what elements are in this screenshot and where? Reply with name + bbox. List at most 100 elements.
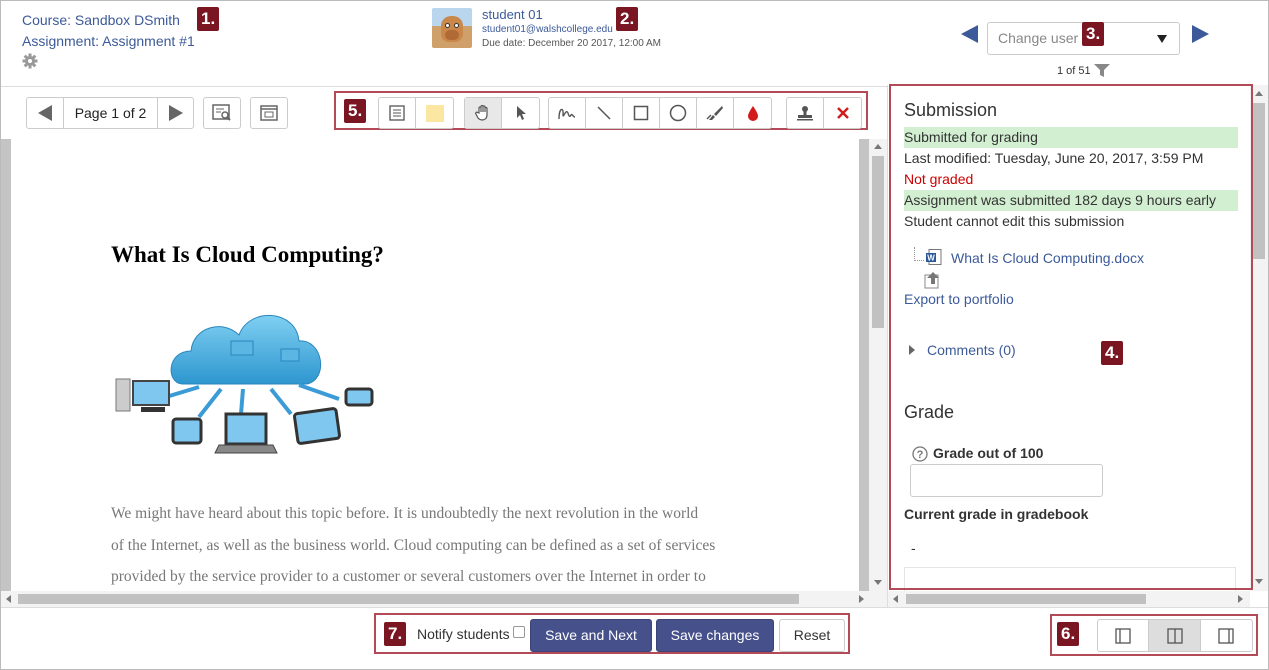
document-body: We might have heard about this topic bef… <box>111 498 771 591</box>
save-changes-button[interactable]: Save changes <box>656 619 774 652</box>
pen-tool-button[interactable] <box>549 98 586 128</box>
avatar <box>432 8 472 48</box>
export-portfolio-link[interactable]: Export to portfolio <box>904 291 1014 307</box>
select-tool-button[interactable] <box>502 98 539 128</box>
annotation-color-button[interactable] <box>734 98 771 128</box>
chevron-right-icon <box>909 345 915 355</box>
close-icon <box>836 107 849 119</box>
drawing-tool-group <box>548 97 772 129</box>
collapse-grade-panel-button[interactable] <box>1098 620 1150 651</box>
help-icon[interactable]: ? <box>912 446 928 462</box>
document-viewer[interactable]: What Is Cloud Computing? We might have h… <box>1 139 887 607</box>
comments-toggle[interactable]: Comments (0) <box>927 342 1016 358</box>
line-icon <box>597 106 611 120</box>
comment-tool-group <box>378 97 454 129</box>
current-grade-value: - <box>911 540 916 556</box>
red-drop-icon <box>747 106 758 121</box>
stamp-tool-button[interactable] <box>787 98 824 128</box>
circle-icon <box>669 104 687 122</box>
badge-5: 5. <box>344 99 367 123</box>
reset-button[interactable]: Reset <box>779 619 845 652</box>
stamp-icon <box>797 106 813 121</box>
comment-tool-button[interactable] <box>379 98 416 128</box>
pen-scribble-icon <box>558 108 576 120</box>
collapse-review-panel-button[interactable] <box>1201 620 1252 651</box>
word-document-icon: W <box>926 249 942 265</box>
edit-status: Student cannot edit this submission <box>904 213 1125 229</box>
change-user-placeholder: Change user <box>998 30 1079 46</box>
badge-7: 7. <box>384 622 407 646</box>
submission-heading: Submission <box>904 100 998 120</box>
panel-horizontal-scrollbar[interactable] <box>888 591 1250 607</box>
document-line: provided by the service provider to a cu… <box>111 568 706 585</box>
grade-label: Grade out of 100 <box>933 445 1044 461</box>
stamp-tool-group <box>786 97 862 129</box>
previous-page-button[interactable] <box>27 98 64 128</box>
oval-tool-button[interactable] <box>660 98 697 128</box>
comment-icon <box>389 105 405 121</box>
notify-students-label: Notify students <box>417 626 510 642</box>
filter-icon[interactable] <box>1094 64 1110 78</box>
page-label[interactable]: Page 1 of 2 <box>75 105 147 121</box>
user-count: 1 of 51 <box>1057 65 1091 77</box>
submission-timing: Assignment was submitted 182 days 9 hour… <box>904 190 1238 211</box>
search-comments-icon <box>212 104 231 121</box>
badge-1: 1. <box>197 7 220 31</box>
svg-text:W: W <box>927 254 935 263</box>
grade-input[interactable] <box>910 464 1103 497</box>
layout-right-icon <box>1218 627 1234 644</box>
comment-color-button[interactable] <box>416 98 453 128</box>
course-link[interactable]: Course: Sandbox DSmith <box>22 10 195 31</box>
document-page[interactable]: What Is Cloud Computing? We might have h… <box>11 139 859 591</box>
badge-6: 6. <box>1057 622 1080 646</box>
save-and-next-button[interactable]: Save and Next <box>530 619 652 652</box>
submission-status: Submitted for grading <box>904 127 1238 148</box>
cloud-computing-illustration <box>115 314 374 454</box>
expand-comments-button[interactable] <box>250 97 288 129</box>
line-tool-button[interactable] <box>586 98 623 128</box>
notify-students-checkbox[interactable] <box>513 626 525 638</box>
document-horizontal-scrollbar[interactable] <box>1 591 887 607</box>
default-layout-button[interactable] <box>1149 620 1201 651</box>
export-icon[interactable] <box>924 271 942 289</box>
current-grade-label: Current grade in gradebook <box>904 506 1089 522</box>
cursor-arrow-icon <box>516 106 526 120</box>
badge-2: 2. <box>616 7 639 31</box>
svg-text:?: ? <box>917 449 924 461</box>
next-page-button[interactable] <box>158 98 193 128</box>
chevron-down-icon <box>1157 35 1167 43</box>
grade-heading: Grade <box>904 402 955 422</box>
document-line: of the Internet, as well as the business… <box>111 536 716 554</box>
submission-panel: Submission Submitted for grading Last mo… <box>887 85 1268 607</box>
rectangle-tool-button[interactable] <box>623 98 660 128</box>
highlight-tool-button[interactable] <box>697 98 734 128</box>
badge-3: 3. <box>1082 22 1105 46</box>
pan-tool-button[interactable] <box>465 98 502 128</box>
arrow-left-icon <box>38 105 52 121</box>
previous-user-arrow-icon[interactable] <box>961 25 978 43</box>
delete-stamp-button[interactable] <box>824 98 861 128</box>
layout-split-icon <box>1166 627 1183 644</box>
badge-4: 4. <box>1101 341 1124 365</box>
search-comments-button[interactable] <box>203 97 241 129</box>
next-user-arrow-icon[interactable] <box>1192 25 1209 43</box>
highlighter-icon <box>706 106 723 120</box>
layout-left-icon <box>1115 627 1131 644</box>
grading-status: Not graded <box>904 171 974 187</box>
course-info: Course: Sandbox DSmith Assignment: Assig… <box>22 10 195 52</box>
expand-comments-icon <box>260 105 278 121</box>
document-line: We might have heard about this topic bef… <box>111 505 699 522</box>
gear-icon[interactable] <box>22 53 38 69</box>
rectangle-icon <box>633 105 649 121</box>
pointer-tool-group <box>464 97 540 129</box>
document-title: What Is Cloud Computing? <box>111 242 384 267</box>
yellow-swatch-icon <box>425 104 444 122</box>
grader-page: Course: Sandbox DSmith Assignment: Assig… <box>0 0 1269 670</box>
assignment-link[interactable]: Assignment: Assignment #1 <box>22 31 195 52</box>
due-date: Due date: December 20 2017, 12:00 AM <box>482 38 662 49</box>
panel-vertical-scrollbar[interactable] <box>1250 85 1268 591</box>
submitted-file-link[interactable]: What Is Cloud Computing.docx <box>951 250 1144 266</box>
layout-switcher <box>1097 619 1253 652</box>
last-modified: Last modified: Tuesday, June 20, 2017, 3… <box>904 150 1204 166</box>
document-vertical-scrollbar[interactable] <box>869 139 887 591</box>
